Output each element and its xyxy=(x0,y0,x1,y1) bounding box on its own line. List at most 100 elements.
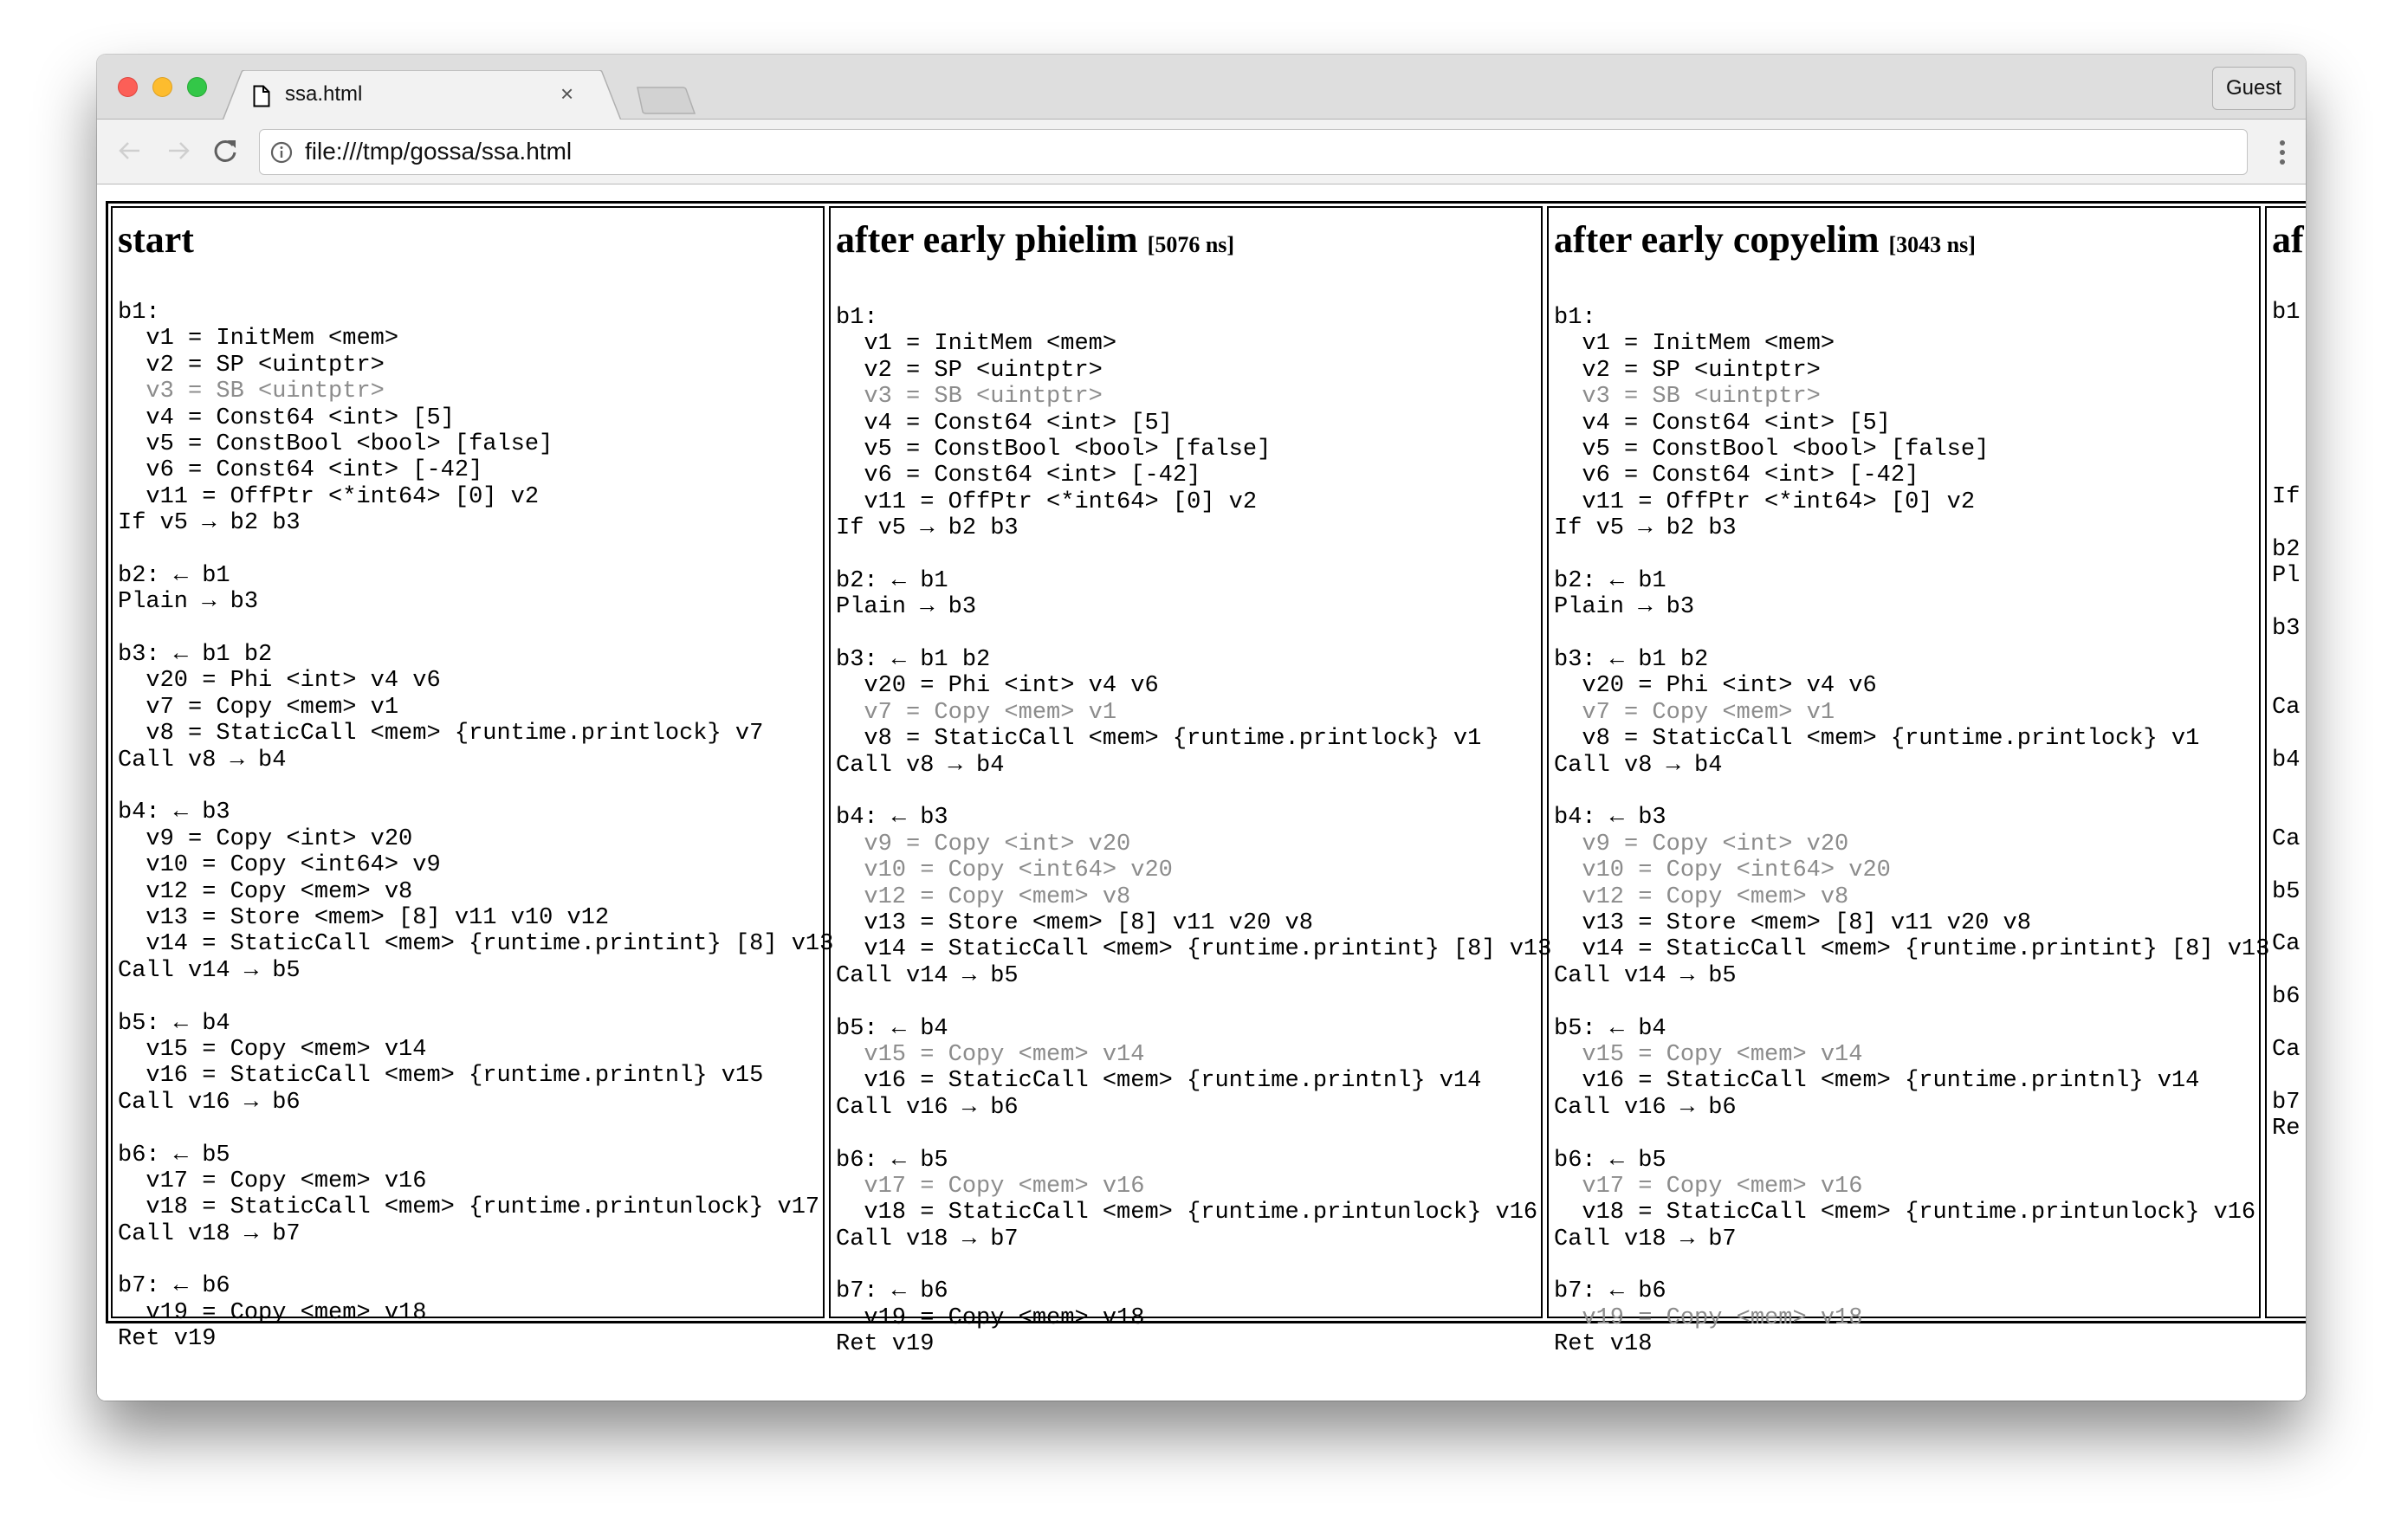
ssa-value[interactable]: v4 = Const64 <int> [5] xyxy=(1554,411,2254,437)
ssa-value-text[interactable]: v7 = Copy <mem> v1 xyxy=(864,700,1116,726)
ssa-value[interactable]: v5 = ConstBool <bool> [false] xyxy=(836,437,1536,463)
block-control[interactable]: Call v18 → b7 xyxy=(118,1221,818,1247)
block-header[interactable]: b2: ← b1 xyxy=(1554,568,2254,594)
ssa-value[interactable]: . xyxy=(2272,668,2306,694)
ssa-value-text[interactable]: v8 = StaticCall <mem> {runtime.printlock… xyxy=(146,721,763,747)
ssa-value-text[interactable]: . xyxy=(2300,668,2306,694)
block-control[interactable]: Pl xyxy=(2272,563,2306,589)
menu-dots-icon[interactable] xyxy=(2278,139,2287,166)
ssa-value[interactable]: v13 = Store <mem> [8] v11 v20 v8 xyxy=(1554,910,2254,936)
block-control[interactable]: Plain → b3 xyxy=(836,594,1536,620)
ssa-value[interactable]: v20 = Phi <int> v4 v6 xyxy=(1554,673,2254,699)
ssa-value[interactable]: v18 = StaticCall <mem> {runtime.printunl… xyxy=(118,1194,818,1220)
ssa-value-text[interactable]: v3 = SB <uintptr> xyxy=(146,379,384,404)
block-header[interactable]: b5: ← b4 xyxy=(118,1011,818,1037)
block-header[interactable]: b5: ← b4 xyxy=(836,1016,1536,1042)
ssa-value[interactable]: v2 = SP <uintptr> xyxy=(1554,358,2254,384)
ssa-value-text[interactable]: v6 = Const64 <int> [-42] xyxy=(1582,463,1919,489)
ssa-value-text[interactable]: v20 = Phi <int> v4 v6 xyxy=(1582,673,1876,699)
ssa-value-text[interactable]: . xyxy=(2300,773,2306,799)
ssa-value-dead[interactable]: v10 = Copy <int64> v20 xyxy=(836,857,1536,883)
ssa-value[interactable]: v1 = InitMem <mem> xyxy=(118,326,818,352)
ssa-value[interactable]: v12 = Copy <mem> v8 xyxy=(118,879,818,905)
ssa-value-text[interactable]: v18 = StaticCall <mem> {runtime.printunl… xyxy=(864,1200,1537,1226)
ssa-value-text[interactable]: . xyxy=(2300,642,2306,668)
block-control[interactable]: Call v18 → b7 xyxy=(836,1226,1536,1252)
ssa-value-dead[interactable]: v7 = Copy <mem> v1 xyxy=(1554,700,2254,726)
ssa-value-text[interactable]: . xyxy=(2300,799,2306,825)
block-control[interactable]: Ca xyxy=(2272,826,2306,852)
block-header[interactable]: b1: xyxy=(836,305,1536,331)
ssa-value[interactable]: v2 = SP <uintptr> xyxy=(118,353,818,379)
info-icon[interactable] xyxy=(270,141,293,164)
ssa-value[interactable]: v1 = InitMem <mem> xyxy=(836,331,1536,357)
ssa-value-dead[interactable]: v17 = Copy <mem> v16 xyxy=(836,1174,1536,1200)
block-header[interactable]: b1: xyxy=(118,300,818,326)
block-header[interactable]: b7 xyxy=(2272,1090,2306,1116)
ssa-value[interactable]: v6 = Const64 <int> [-42] xyxy=(836,463,1536,489)
ssa-value-text[interactable]: v12 = Copy <mem> v8 xyxy=(1582,884,1848,910)
block-control[interactable]: If v5 → b2 b3 xyxy=(836,515,1536,541)
ssa-value-text[interactable]: v19 = Copy <mem> v18 xyxy=(146,1300,426,1326)
reload-button[interactable] xyxy=(210,135,241,166)
ssa-value-text[interactable]: v9 = Copy <int> v20 xyxy=(1582,831,1848,857)
profile-button[interactable]: Guest xyxy=(2212,67,2295,110)
minimize-window-button[interactable] xyxy=(152,77,172,97)
ssa-value-text[interactable]: v15 = Copy <mem> v14 xyxy=(146,1037,426,1063)
ssa-value-text[interactable]: v8 = StaticCall <mem> {runtime.printlock… xyxy=(1582,726,2199,752)
ssa-value[interactable]: v19 = Copy <mem> v18 xyxy=(118,1300,818,1326)
ssa-value[interactable]: v14 = StaticCall <mem> {runtime.printint… xyxy=(118,931,818,957)
close-window-button[interactable] xyxy=(118,77,138,97)
ssa-value[interactable]: . xyxy=(2272,431,2306,457)
ssa-value-text[interactable]: v13 = Store <mem> [8] v11 v10 v12 xyxy=(146,905,609,931)
ssa-value[interactable]: v13 = Store <mem> [8] v11 v20 v8 xyxy=(836,910,1536,936)
ssa-value-text[interactable]: v15 = Copy <mem> v14 xyxy=(1582,1042,1862,1068)
ssa-value[interactable]: v5 = ConstBool <bool> [false] xyxy=(1554,437,2254,463)
ssa-value-text[interactable]: v13 = Store <mem> [8] v11 v20 v8 xyxy=(864,910,1312,936)
ssa-value-text[interactable]: v14 = StaticCall <mem> {runtime.printint… xyxy=(1582,936,2269,962)
ssa-value-text[interactable]: . xyxy=(2300,326,2306,352)
ssa-value-text[interactable]: v7 = Copy <mem> v1 xyxy=(1582,700,1835,726)
ssa-value-text[interactable]: . xyxy=(2300,431,2306,457)
ssa-value[interactable]: v2 = SP <uintptr> xyxy=(836,358,1536,384)
ssa-value[interactable]: v14 = StaticCall <mem> {runtime.printint… xyxy=(836,936,1536,962)
ssa-value[interactable]: v15 = Copy <mem> v14 xyxy=(118,1037,818,1063)
ssa-value-dead[interactable]: v12 = Copy <mem> v8 xyxy=(836,884,1536,910)
ssa-value-text[interactable]: v4 = Const64 <int> [5] xyxy=(1582,411,1890,437)
ssa-value[interactable]: v14 = StaticCall <mem> {runtime.printint… xyxy=(1554,936,2254,962)
ssa-value[interactable]: v11 = OffPtr <*int64> [0] v2 xyxy=(836,489,1536,515)
ssa-value-text[interactable]: v16 = StaticCall <mem> {runtime.printnl}… xyxy=(864,1068,1481,1094)
ssa-value-dead[interactable]: v3 = SB <uintptr> xyxy=(118,379,818,404)
block-control[interactable]: If v5 → b2 b3 xyxy=(1554,515,2254,541)
ssa-value-dead[interactable]: v3 = SB <uintptr> xyxy=(836,384,1536,410)
block-header[interactable]: b5 xyxy=(2272,879,2306,905)
ssa-value-text[interactable]: v14 = StaticCall <mem> {runtime.printint… xyxy=(146,931,833,957)
ssa-value-dead[interactable]: v10 = Copy <int64> v20 xyxy=(1554,857,2254,883)
ssa-value[interactable]: v20 = Phi <int> v4 v6 xyxy=(118,668,818,694)
block-control[interactable]: Call v14 → b5 xyxy=(836,963,1536,989)
ssa-value-text[interactable]: v11 = OffPtr <*int64> [0] v2 xyxy=(1582,489,1975,515)
ssa-value-text[interactable]: v8 = StaticCall <mem> {runtime.printlock… xyxy=(864,726,1481,752)
block-header[interactable]: b2 xyxy=(2272,537,2306,563)
block-control[interactable]: Ret v19 xyxy=(836,1331,1536,1357)
block-header[interactable]: b1: xyxy=(1554,305,2254,331)
block-header[interactable]: b3: ← b1 b2 xyxy=(118,642,818,668)
ssa-value-text[interactable]: v10 = Copy <int64> v9 xyxy=(146,852,440,878)
ssa-value-text[interactable]: v1 = InitMem <mem> xyxy=(146,326,398,352)
forward-button[interactable] xyxy=(163,135,194,166)
ssa-value[interactable]: v9 = Copy <int> v20 xyxy=(118,826,818,852)
ssa-value-text[interactable]: v9 = Copy <int> v20 xyxy=(864,831,1130,857)
ssa-value-dead[interactable]: v9 = Copy <int> v20 xyxy=(1554,831,2254,857)
block-header[interactable]: b6: ← b5 xyxy=(836,1148,1536,1174)
block-control[interactable]: Ca xyxy=(2272,695,2306,721)
ssa-value-text[interactable]: v20 = Phi <int> v4 v6 xyxy=(146,668,440,694)
block-control[interactable]: Call v16 → b6 xyxy=(1554,1095,2254,1121)
tab-close-icon[interactable]: × xyxy=(560,81,573,107)
block-header[interactable]: b6: ← b5 xyxy=(118,1142,818,1168)
block-header[interactable]: b7: ← b6 xyxy=(118,1273,818,1299)
ssa-value-text[interactable]: v16 = StaticCall <mem> {runtime.printnl}… xyxy=(146,1063,763,1089)
block-control[interactable]: If xyxy=(2272,484,2306,510)
ssa-value-dead[interactable]: v15 = Copy <mem> v14 xyxy=(1554,1042,2254,1068)
ssa-value-text[interactable]: v2 = SP <uintptr> xyxy=(864,358,1102,384)
ssa-value-text[interactable]: . xyxy=(2300,1011,2306,1037)
